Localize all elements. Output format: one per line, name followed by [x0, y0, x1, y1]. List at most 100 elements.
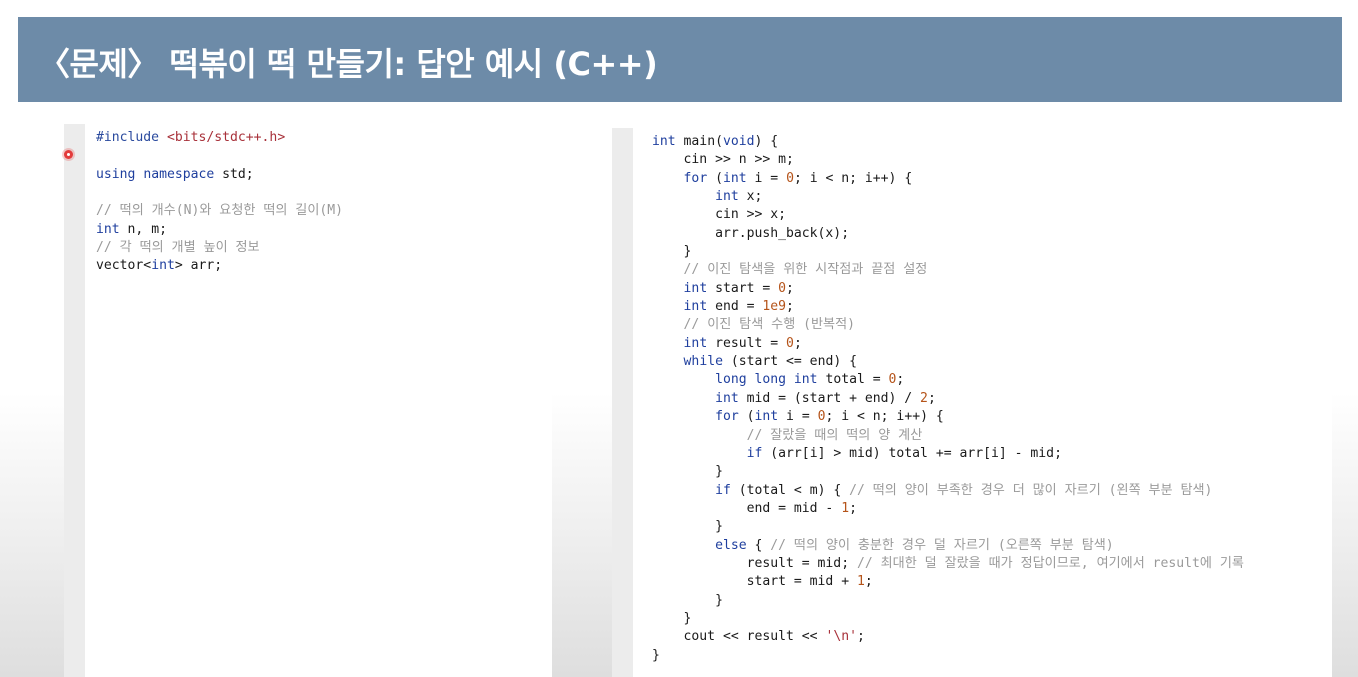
code-token: 1 — [841, 500, 850, 516]
code-token: int — [151, 258, 175, 274]
code-token: // 잘랐을 때의 떡의 양 계산 — [746, 427, 923, 443]
code-token: > arr; — [174, 258, 223, 274]
code-token: for — [683, 170, 708, 186]
code-token: cin >> x; — [652, 207, 787, 223]
code-token: int — [96, 221, 120, 237]
code-token: // 각 떡의 개별 높이 정보 — [96, 240, 260, 256]
code-token: } — [652, 647, 660, 663]
code-line: int result = 0; — [652, 335, 1244, 353]
code-token: // 이진 탐색 수행 (반복적) — [683, 317, 856, 333]
code-token: int — [683, 335, 708, 351]
code-token: if — [715, 482, 731, 498]
code-line: arr.push_back(x); — [652, 225, 1244, 243]
right-code-gutter — [612, 128, 633, 677]
code-token: using — [96, 166, 136, 182]
code-token: } — [652, 610, 692, 626]
code-token: 0 — [778, 280, 787, 296]
left-code-block: #include <bits/stdc++.h> using namespace… — [96, 129, 343, 276]
slide-title-bar: 〈문제〉 떡볶이 떡 만들기: 답안 예시 (C++) — [18, 17, 1342, 102]
code-token: int — [652, 134, 676, 149]
code-line: } — [652, 463, 1244, 481]
code-token: else — [715, 537, 747, 553]
code-token: ; — [793, 335, 802, 351]
code-token: vector< — [96, 258, 152, 274]
code-line: // 각 떡의 개별 높이 정보 — [96, 239, 343, 257]
code-line: while (start <= end) { — [652, 353, 1244, 371]
code-line: int end = 1e9; — [652, 298, 1244, 316]
code-token: // 떡의 양이 부족한 경우 더 많이 자르기 (왼쪽 부분 탐색) — [849, 482, 1213, 498]
right-code-block: int main(void) { cin >> n >> m; for (int… — [652, 133, 1244, 665]
code-line: } — [652, 518, 1244, 536]
code-token: // 이진 탐색을 위한 시작점과 끝점 설정 — [683, 262, 928, 278]
code-token: mid = (start + end) / — [738, 390, 921, 406]
code-line: // 이진 탐색 수행 (반복적) — [652, 316, 1244, 334]
code-token: end = — [707, 299, 763, 315]
code-token: cin >> n >> m; — [652, 152, 794, 168]
code-line: cin >> n >> m; — [652, 151, 1244, 169]
code-token: arr.push_back(x); — [652, 225, 850, 241]
code-token: (total < m) { — [730, 482, 850, 498]
code-token: void — [722, 134, 755, 149]
code-token: 2 — [920, 390, 928, 406]
code-token: std; — [214, 166, 254, 182]
code-line: #include <bits/stdc++.h> — [96, 129, 343, 147]
code-token: } — [652, 244, 692, 260]
code-line: int start = 0; — [652, 280, 1244, 298]
code-line: int main(void) { — [652, 133, 1244, 151]
code-token: ; i < n; i++) { — [793, 170, 913, 186]
code-token: ) { — [754, 134, 779, 149]
code-token: 0 — [786, 170, 794, 186]
code-token: (start <= end) { — [722, 354, 857, 370]
code-line: start = mid + 1; — [652, 573, 1244, 591]
code-line: } — [652, 592, 1244, 610]
code-line: // 이진 탐색을 위한 시작점과 끝점 설정 — [652, 261, 1244, 279]
code-token: ; i < n; i++) { — [825, 409, 944, 425]
code-token: result = — [707, 335, 787, 351]
code-token: { — [746, 537, 771, 553]
code-token: ( — [707, 170, 723, 186]
code-token: ; — [864, 574, 873, 590]
code-token: for — [715, 409, 739, 425]
code-line: } — [652, 610, 1244, 628]
left-code-gutter — [64, 124, 85, 677]
code-token: (arr[i] > mid) total += arr[i] - mid; — [762, 445, 1062, 461]
code-line: // 떡의 개수(N)와 요청한 떡의 길이(M) — [96, 202, 343, 220]
code-token: i = — [778, 409, 818, 425]
code-line: int x; — [652, 188, 1244, 206]
code-token: x; — [738, 189, 763, 205]
code-token: while — [683, 354, 723, 370]
code-token: long long int — [715, 372, 818, 388]
code-token: cout << result << — [652, 629, 826, 645]
code-line: vector<int> arr; — [96, 257, 343, 275]
code-line: } — [652, 647, 1244, 665]
code-token: #include — [96, 130, 167, 145]
code-line: cin >> x; — [652, 206, 1244, 224]
code-line: } — [652, 243, 1244, 261]
code-token: int — [722, 170, 747, 186]
code-token: int — [754, 409, 779, 425]
code-token: ; — [786, 280, 794, 296]
right-code-panel: int main(void) { cin >> n >> m; for (int… — [612, 128, 1332, 677]
code-token: ; — [927, 390, 936, 406]
code-token: // 떡의 양이 충분한 경우 덜 자르기 (오른쪽 부분 탐색) — [770, 537, 1114, 553]
code-token: result = mid; — [652, 555, 857, 571]
code-token: '\n' — [825, 629, 857, 645]
code-token: n, m; — [119, 221, 167, 237]
code-token: <bits/stdc++.h> — [166, 130, 286, 145]
code-line: for (int i = 0; i < n; i++) { — [652, 408, 1244, 426]
code-token: } — [652, 592, 723, 608]
code-token: start = — [707, 280, 779, 296]
code-line: if (arr[i] > mid) total += arr[i] - mid; — [652, 445, 1244, 463]
code-line: using namespace std; — [96, 166, 343, 184]
